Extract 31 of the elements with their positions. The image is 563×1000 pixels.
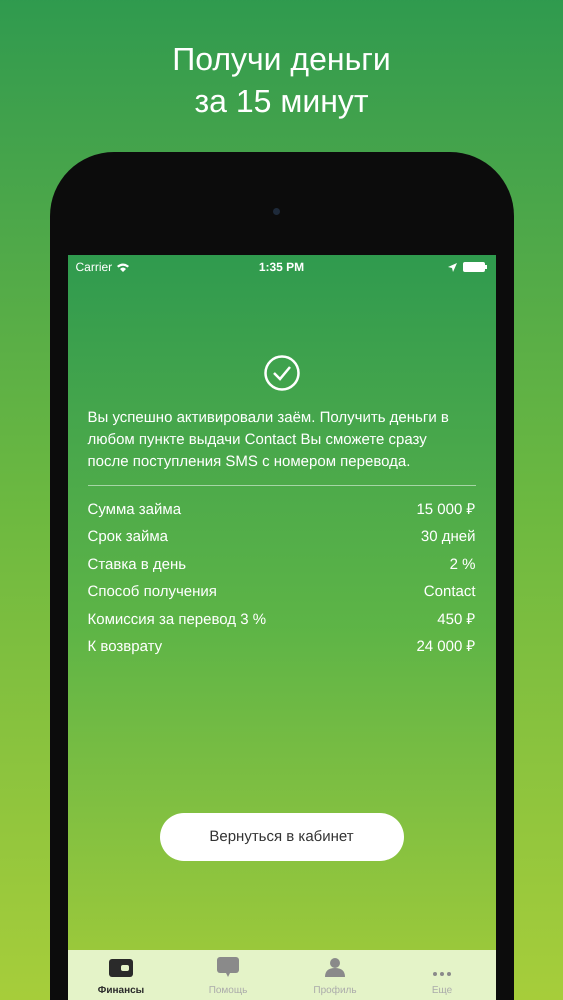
tab[interactable]: Профиль [282,950,388,1000]
more-icon [432,971,452,977]
location-arrow-icon [448,262,458,272]
wifi-icon [117,262,130,272]
detail-label: Срок займа [88,527,168,547]
person-icon [325,957,345,977]
detail-value: 30 дней [420,527,476,547]
checkmark-icon [264,355,300,391]
detail-value: 15 000 ₽ [416,500,476,520]
tab[interactable]: Финансы [68,950,174,1000]
tab[interactable]: Еще [388,950,496,1000]
battery-icon [463,262,488,272]
detail-label: Комиссия за перевод 3 % [88,610,266,630]
carrier-label: Carrier [76,259,112,276]
headline: Получи деньги [172,40,391,79]
detail-label: Сумма займа [88,500,182,520]
headline: за 15 минут [194,82,369,121]
success-message: Вы успешно активировали заём. Получить деньги в любом пункте выдачи Contact Вы сможете сразу после поступления SMS с номером перевода. [88,408,450,472]
wallet-icon [109,959,133,977]
status-time: 1:35 PM [258,259,304,276]
tab[interactable]: Помощь [174,950,282,1000]
detail-value: Contact [424,582,476,602]
detail-value: 24 000 ₽ [416,637,476,657]
detail-value: 450 ₽ [437,610,476,630]
chat-icon [217,957,239,977]
detail-value: 2 % [450,554,476,574]
back-to-cabinet-button[interactable]: Вернуться в кабинет [160,813,404,861]
detail-label: Способ получения [88,582,217,602]
camera-icon [273,208,280,215]
detail-label: Ставка в день [88,554,186,574]
detail-label: К возврату [88,637,162,657]
